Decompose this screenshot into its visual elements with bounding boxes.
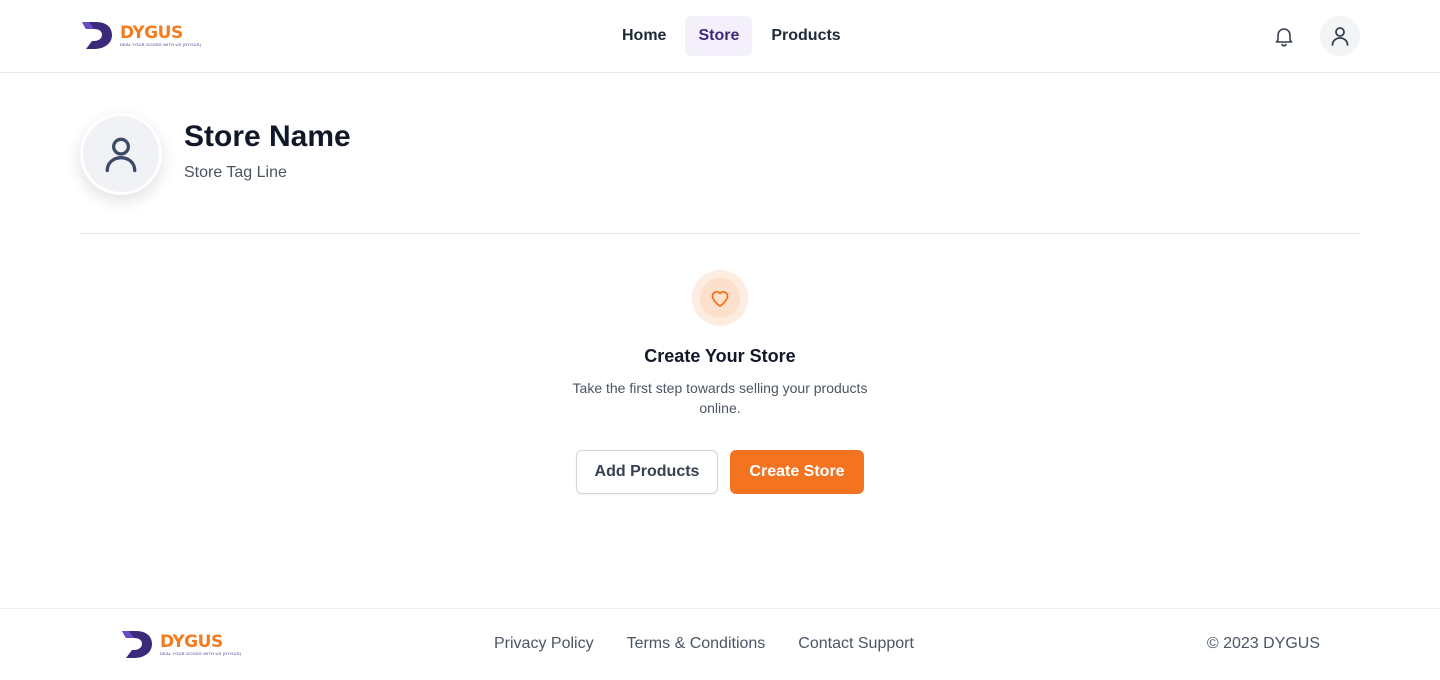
footer-brand-logo[interactable]: DYGUS DEAL YOUR GOODS WITH US (DYGUS): [120, 629, 241, 659]
user-icon: [105, 137, 137, 173]
brand-name: DYGUS: [120, 22, 183, 43]
heart-icon: [711, 291, 729, 307]
privacy-policy-link[interactable]: Privacy Policy: [494, 635, 594, 653]
empty-state-title: Create Your Store: [644, 346, 796, 366]
top-navbar: DYGUS DEAL YOUR GOODS WITH US (DYGUS) Ho…: [0, 0, 1440, 73]
footer-brand-name: DYGUS: [160, 631, 223, 652]
nav-products[interactable]: Products: [758, 16, 853, 56]
bell-icon[interactable]: [1272, 24, 1296, 48]
store-avatar[interactable]: [80, 113, 162, 195]
create-store-button[interactable]: Create Store: [730, 450, 864, 494]
footer-brand-tagline: DEAL YOUR GOODS WITH US (DYGUS): [160, 650, 242, 656]
nav-store[interactable]: Store: [685, 16, 753, 56]
contact-support-link[interactable]: Contact Support: [798, 635, 914, 653]
user-icon: [1331, 27, 1349, 46]
footer: DYGUS DEAL YOUR GOODS WITH US (DYGUS) Pr…: [0, 608, 1440, 680]
empty-state-description: Take the first step towards selling your…: [572, 380, 868, 416]
brand-tagline: DEAL YOUR GOODS WITH US (DYGUS): [120, 41, 202, 47]
nav-home[interactable]: Home: [609, 16, 679, 56]
add-products-button[interactable]: Add Products: [576, 450, 718, 494]
footer-links: Privacy Policy Terms & Conditions Contac…: [494, 635, 914, 653]
brand-logo-mark-icon: [122, 631, 152, 658]
profile-button[interactable]: [1320, 16, 1360, 56]
main-nav: Home Store Products: [609, 16, 854, 56]
store-name: Store Name: [184, 120, 351, 153]
store-tagline: Store Tag Line: [184, 164, 287, 181]
brand-logo[interactable]: DYGUS DEAL YOUR GOODS WITH US (DYGUS): [80, 20, 201, 50]
terms-link[interactable]: Terms & Conditions: [627, 635, 766, 653]
brand-logo-mark-icon: [82, 22, 112, 49]
empty-state-icon-wrap: [692, 270, 748, 326]
section-divider: [80, 233, 1360, 234]
copyright-text: © 2023 DYGUS: [1206, 635, 1320, 652]
